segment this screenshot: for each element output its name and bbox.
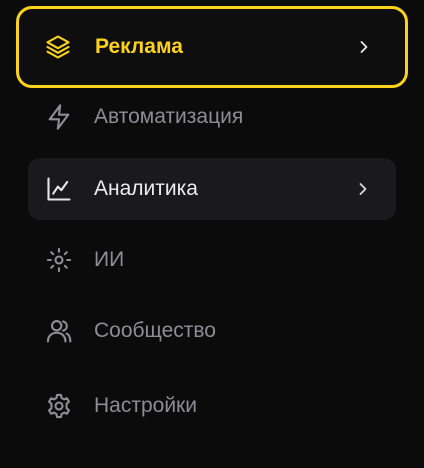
menu-item-settings[interactable]: Настройки (28, 375, 396, 437)
menu-item-analytics[interactable]: Аналитика (28, 158, 396, 220)
chevron-right-icon (356, 182, 370, 196)
gear-icon (44, 391, 74, 421)
menu-item-ai[interactable]: ИИ (28, 229, 396, 291)
menu-item-label: Аналитика (94, 177, 198, 200)
menu-item-label: Автоматизация (94, 105, 244, 128)
line-chart-icon (44, 174, 74, 204)
menu-item-label: Реклама (95, 35, 183, 58)
sidebar-menu: Реклама Автоматизация Аналитика ИИ Сообщ… (0, 0, 424, 468)
layers-icon (43, 32, 73, 62)
menu-item-ads[interactable]: Реклама (16, 6, 408, 88)
menu-item-label: ИИ (94, 248, 125, 271)
lightning-icon (44, 102, 74, 132)
sparkle-sun-icon (44, 245, 74, 275)
menu-item-label: Сообщество (94, 319, 216, 342)
users-icon (44, 316, 74, 346)
menu-item-automation[interactable]: Автоматизация (28, 86, 396, 148)
menu-item-label: Настройки (94, 394, 197, 417)
chevron-right-icon (357, 40, 371, 54)
menu-item-community[interactable]: Сообщество (28, 300, 396, 362)
